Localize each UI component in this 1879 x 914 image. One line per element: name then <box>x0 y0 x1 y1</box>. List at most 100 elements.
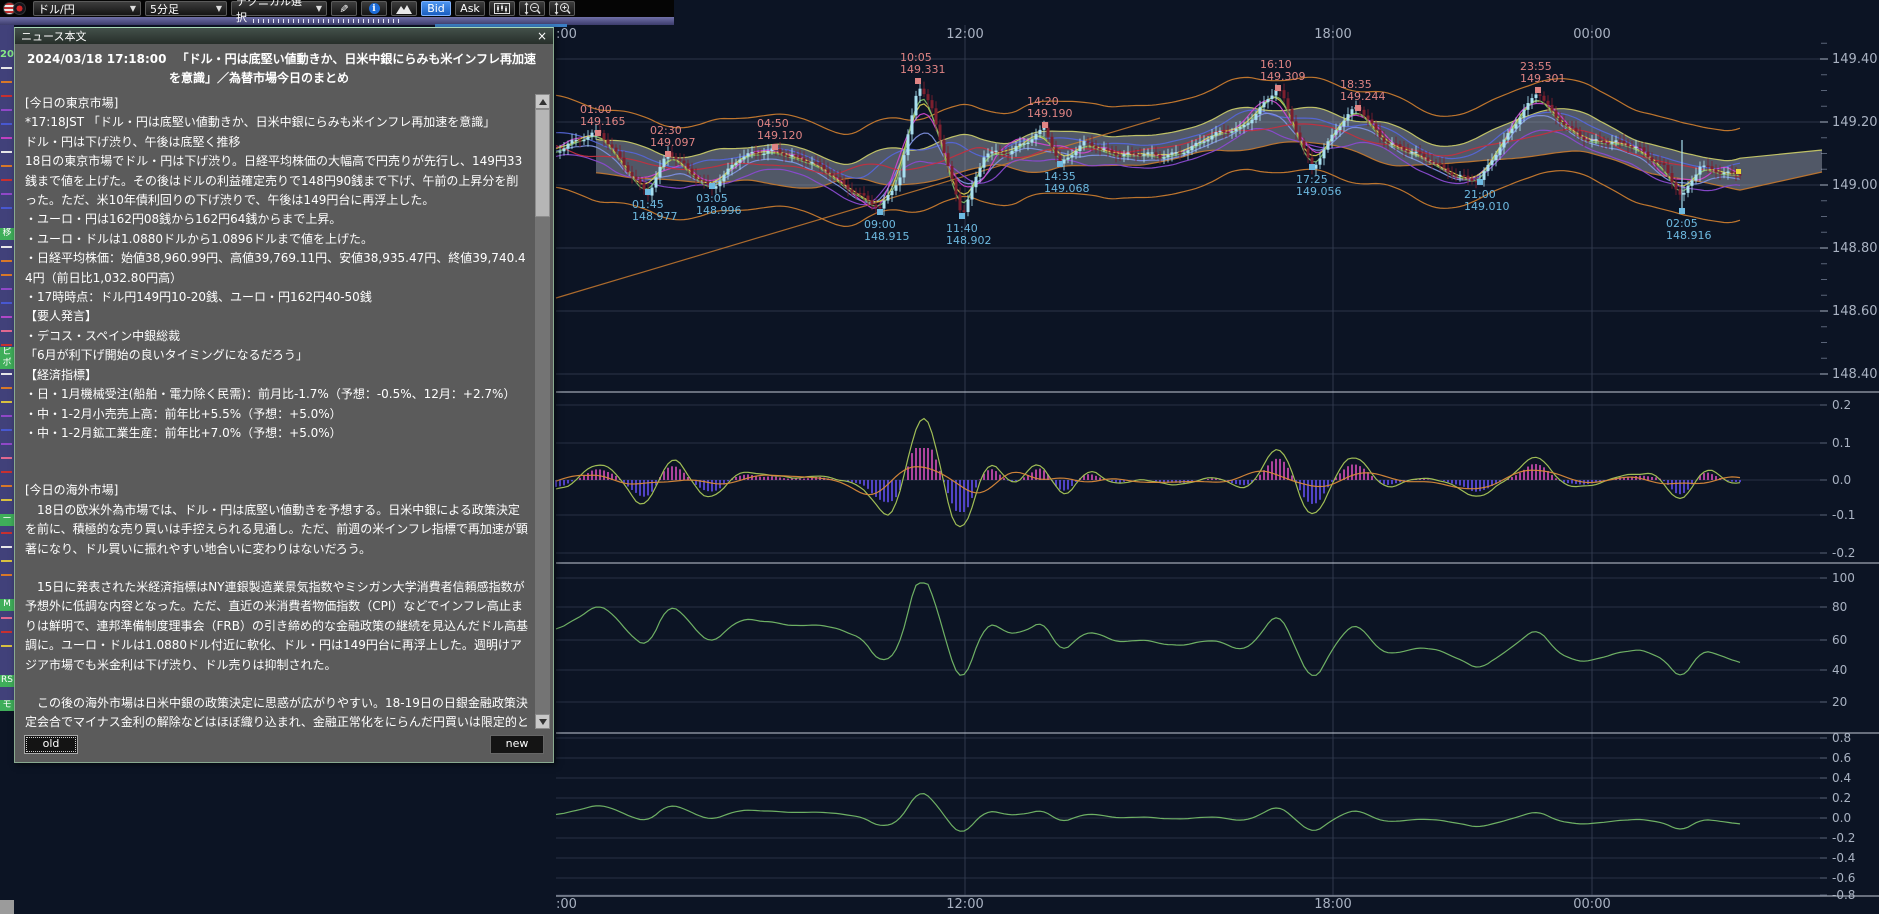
news-paragraph: 15日に発表された米経済指標はNY連銀製造業景気指数やミシガン大学消費者信頼感指… <box>25 578 529 675</box>
svg-text:149.309: 149.309 <box>1260 70 1306 83</box>
legend-line-swatch <box>1 260 12 262</box>
scroll-down-button[interactable] <box>535 714 550 729</box>
svg-text:12:00: 12:00 <box>946 897 983 912</box>
svg-text:0.2: 0.2 <box>1832 791 1851 805</box>
timeframe-select[interactable]: 5分足 ▼ <box>145 1 227 16</box>
mountain-chart-button[interactable] <box>391 1 417 16</box>
legend-line-swatch <box>1 302 12 304</box>
svg-text:149.244: 149.244 <box>1340 90 1386 103</box>
ask-label: Ask <box>460 2 480 15</box>
technical-select-label: テクニカル選択 <box>236 0 305 25</box>
pencil-icon: ✎ <box>338 4 351 13</box>
svg-text:149.010: 149.010 <box>1464 200 1510 213</box>
legend-line-swatch <box>1 387 12 389</box>
pair-select-value: ドル/円 <box>38 1 75 17</box>
svg-text:80: 80 <box>1832 600 1847 614</box>
legend-line-swatch <box>1 401 12 403</box>
timeline-strip[interactable] <box>0 17 674 25</box>
legend-line-swatch <box>1 123 12 125</box>
legend-line-swatch <box>1 81 12 83</box>
old-button[interactable]: old <box>24 735 78 754</box>
legend-item-モ[interactable]: モ <box>0 700 14 711</box>
news-paragraph: ・ユーロ・ドルは1.0880ドルから1.0896ドルまで値を上げた。 <box>25 230 529 249</box>
new-button[interactable]: new <box>490 735 544 754</box>
svg-text:149.165: 149.165 <box>580 115 626 128</box>
news-paragraph: 【要人発言】 <box>25 307 529 326</box>
svg-text:-0.2: -0.2 <box>1832 831 1855 845</box>
resize-corner[interactable] <box>0 900 14 914</box>
svg-text:149.00: 149.00 <box>1832 178 1878 193</box>
news-paragraph <box>25 559 529 578</box>
legend-line-swatch <box>1 274 12 276</box>
info-button[interactable]: i <box>361 1 387 16</box>
news-paragraph: ドル・円は下げ渋り、午後は底堅く推移 <box>25 133 529 152</box>
legend-line-swatch <box>1 109 12 111</box>
news-window: ニュース本文 × 2024/03/18 17:18:00 「ドル・円は底堅い値動… <box>14 27 554 763</box>
svg-text:148.40: 148.40 <box>1832 367 1878 382</box>
legend-line-swatch <box>1 344 12 346</box>
scroll-up-button[interactable] <box>535 94 550 109</box>
legend-line-swatch <box>1 560 12 562</box>
legend-line-swatch <box>1 137 12 139</box>
news-headline: 2024/03/18 17:18:00 「ドル・円は底堅い値動きか、日米中銀にら… <box>15 44 553 94</box>
svg-text:12:00: 12:00 <box>946 27 983 42</box>
news-paragraph: [今日の海外市場] <box>25 481 529 500</box>
scrollbar-thumb[interactable] <box>535 109 550 217</box>
svg-text:00:00: 00:00 <box>1573 897 1610 912</box>
zoom-in-button[interactable] <box>549 1 575 16</box>
svg-text:-0.6: -0.6 <box>1832 871 1855 885</box>
draw-tool-button[interactable]: ✎ <box>331 1 357 16</box>
svg-text:18:00: 18:00 <box>1314 27 1351 42</box>
news-paragraph <box>25 675 529 694</box>
svg-text:0.8: 0.8 <box>1832 731 1851 745</box>
news-paragraph: ・中・1-2月鉱工業生産：前年比+7.0%（予想：+5.0%） <box>25 424 529 443</box>
bid-button[interactable]: Bid <box>421 1 451 16</box>
legend-item-M[interactable]: M <box>0 599 14 611</box>
indicator-legend-sidebar[interactable]: 20 移ピボー M RS モ <box>0 25 14 711</box>
scrollbar-track[interactable] <box>535 217 550 714</box>
svg-text:-0.8: -0.8 <box>1832 888 1855 902</box>
close-icon[interactable]: × <box>537 30 547 42</box>
legend-item-RS[interactable]: RS <box>0 675 14 687</box>
news-paragraph: ・日・1月機械受注(船舶・電力除く民需)：前月比-1.7%（予想：-0.5%、1… <box>25 385 529 404</box>
info-icon: i <box>369 3 380 14</box>
svg-text:149.056: 149.056 <box>1296 185 1342 198</box>
technical-select-button[interactable]: テクニカル選択 ▼ <box>231 1 327 16</box>
pair-select[interactable]: ドル/円 ▼ <box>33 1 141 16</box>
news-paragraph: 【経済指標】 <box>25 366 529 385</box>
legend-line-swatch <box>1 617 12 619</box>
legend-item-移[interactable]: 移 <box>0 228 14 240</box>
legend-line-swatch <box>1 471 12 473</box>
svg-text:149.097: 149.097 <box>650 136 696 149</box>
news-footer: old new <box>15 731 553 762</box>
news-paragraph <box>25 462 529 481</box>
svg-text:-0.1: -0.1 <box>1832 508 1855 522</box>
svg-text:149.20: 149.20 <box>1832 115 1878 130</box>
news-scrollbar[interactable] <box>535 94 550 729</box>
zoom-out-button[interactable] <box>519 1 545 16</box>
news-window-title: ニュース本文 <box>21 28 86 44</box>
ask-button[interactable]: Ask <box>455 1 485 16</box>
legend-line-swatch <box>1 645 12 647</box>
currency-pair-flags-icon <box>3 2 29 16</box>
news-window-titlebar[interactable]: ニュース本文 × <box>15 28 553 44</box>
legend-item-ー[interactable]: ー <box>0 514 14 526</box>
toolbar: ドル/円 ▼ 5分足 ▼ テクニカル選択 ▼ ✎ i Bid Ask <box>0 0 674 17</box>
legend-line-swatch <box>1 207 12 209</box>
bid-label: Bid <box>427 2 445 15</box>
legend-item-ピボ[interactable]: ピボ <box>0 347 14 369</box>
candle-chart-button[interactable] <box>489 1 515 16</box>
legend-line-swatch <box>1 499 12 501</box>
svg-text::00: :00 <box>556 897 577 912</box>
triangle-down-icon <box>539 719 547 725</box>
legend-item-20[interactable]: 20 <box>0 49 14 61</box>
news-datetime: 2024/03/18 17:18:00 <box>27 52 166 66</box>
legend-line-swatch <box>1 246 12 248</box>
legend-line-swatch <box>1 457 12 459</box>
zoom-out-icon <box>524 2 541 15</box>
svg-text:0.0: 0.0 <box>1832 811 1851 825</box>
svg-text:149.190: 149.190 <box>1027 107 1073 120</box>
chevron-down-icon: ▼ <box>216 4 222 13</box>
svg-text:148.915: 148.915 <box>864 230 910 243</box>
svg-text:0.6: 0.6 <box>1832 751 1851 765</box>
